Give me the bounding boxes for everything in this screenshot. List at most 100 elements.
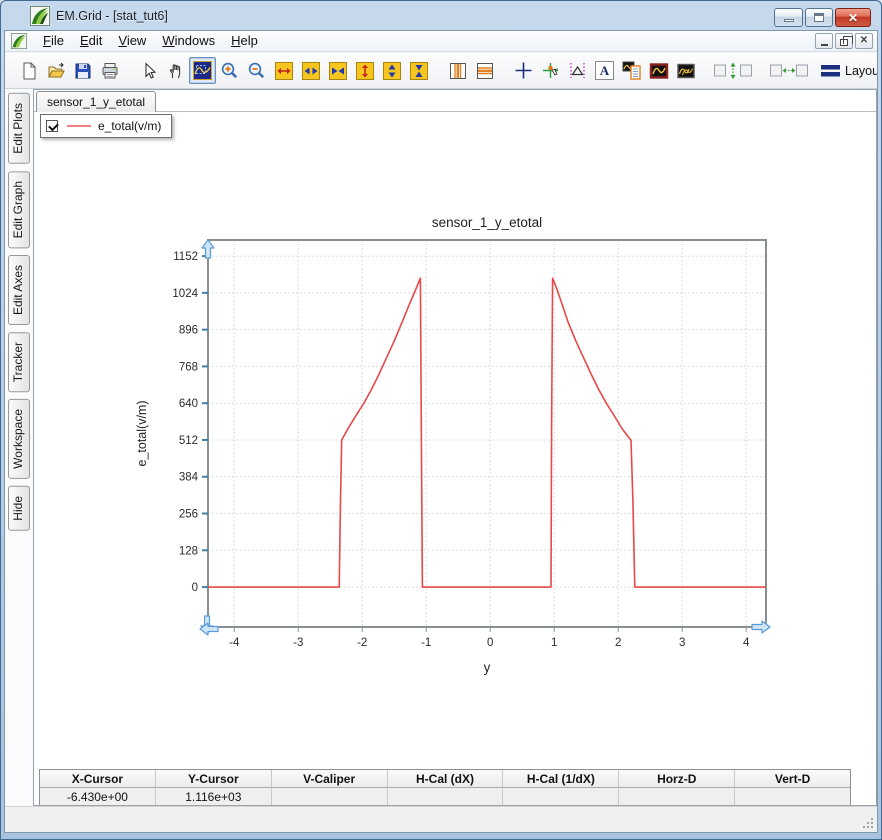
sync-horizontal-icon [770, 64, 808, 76]
full-extent-y-button[interactable] [351, 57, 378, 84]
svg-text:3: 3 [679, 637, 685, 649]
svg-text:0: 0 [192, 582, 198, 594]
full-extent-y-icon [355, 61, 374, 80]
vertical-grid-markers-button[interactable] [444, 57, 471, 84]
svg-text:-4: -4 [229, 637, 240, 649]
svg-text:384: 384 [179, 472, 199, 484]
readout-value-h-cal-1dx [503, 788, 620, 805]
mdi-close-button[interactable]: ✕ [855, 33, 873, 49]
app-logo-icon [30, 5, 50, 26]
zoom-box-button[interactable] [189, 57, 216, 84]
sync-vertical-icon [714, 62, 752, 79]
svg-text:1: 1 [551, 637, 557, 649]
new-document-button[interactable] [15, 57, 42, 84]
menu-file[interactable]: File [35, 31, 72, 51]
layout-icon [821, 64, 840, 76]
select-cursor-icon [145, 61, 156, 79]
layout-label: Layout [845, 63, 877, 78]
all-graphs-icon [676, 63, 695, 78]
horizontal-grid-markers-button[interactable] [471, 57, 498, 84]
svg-text:512: 512 [179, 435, 198, 447]
sidebar-item-tracker[interactable]: Tracker [8, 332, 30, 393]
zoom-in-button[interactable] [216, 57, 243, 84]
shrink-x-icon [328, 61, 347, 80]
full-extent-x-button[interactable] [270, 57, 297, 84]
readout-value-x-cursor: -6.430e+00 [40, 788, 156, 805]
print-icon [102, 62, 117, 78]
readout-value-vert-d [735, 788, 851, 805]
expand-x-button[interactable] [297, 57, 324, 84]
select-cursor-button[interactable] [135, 57, 162, 84]
crosshair-button[interactable] [510, 57, 537, 84]
legend: e_total(v/m) [40, 114, 173, 138]
sync-vertical-button[interactable] [711, 57, 755, 84]
sidebar-item-edit-graph[interactable]: Edit Graph [8, 170, 30, 249]
menu-windows[interactable]: Windows [154, 31, 223, 51]
svg-text:-3: -3 [293, 637, 303, 649]
readout-header-row: X-Cursor Y-Cursor V-Caliper H-Cal (dX) H… [40, 770, 851, 788]
svg-text:sensor_1_y_etotal: sensor_1_y_etotal [432, 215, 542, 230]
minimize-button[interactable] [774, 8, 803, 27]
mdi-controls: ✕ [813, 33, 873, 49]
horizontal-grid-markers-icon [476, 62, 493, 79]
sidebar-item-workspace[interactable]: Workspace [8, 399, 30, 480]
text-annotation-icon: A [595, 61, 614, 80]
menu-help[interactable]: Help [223, 31, 266, 51]
svg-text:-1: -1 [421, 637, 431, 649]
mdi-minimize-button[interactable] [815, 33, 833, 49]
layout-button[interactable]: Layout [821, 64, 877, 78]
readout-value-h-cal-dx [387, 788, 504, 805]
text-annotation-button[interactable]: A [591, 57, 618, 84]
save-icon [75, 63, 90, 78]
active-graph-button[interactable] [645, 57, 672, 84]
cursor-readout-table: X-Cursor Y-Cursor V-Caliper H-Cal (dX) H… [39, 769, 851, 805]
print-button[interactable] [96, 57, 123, 84]
shrink-x-button[interactable] [324, 57, 351, 84]
app-window: EM.Grid - [stat_tut6] ✕ File Edit View W… [0, 0, 882, 840]
sidebar-item-edit-axes[interactable]: Edit Axes [8, 255, 30, 326]
sidebar-item-edit-plots[interactable]: Edit Plots [8, 93, 30, 164]
expand-y-button[interactable] [378, 57, 405, 84]
close-icon: ✕ [847, 10, 859, 25]
maximize-button[interactable] [805, 8, 833, 27]
toolbar: A Layout [5, 53, 877, 89]
svg-text:768: 768 [179, 361, 198, 373]
window-controls: ✕ [772, 8, 871, 27]
main-area: Edit Plots Edit Graph Edit Axes Tracker … [5, 89, 877, 806]
sidebar-item-hide[interactable]: Hide [8, 486, 30, 531]
tracker-button[interactable] [537, 57, 564, 84]
plot-canvas[interactable]: -4 -3 -2 -1 0 1 2 3 4 0 128 256 384 512 640 768 896 1024 1… [34, 90, 877, 710]
svg-text:640: 640 [179, 398, 198, 410]
save-button[interactable] [69, 57, 96, 84]
sync-horizontal-button[interactable] [767, 57, 811, 84]
svg-text:2: 2 [615, 637, 621, 649]
menu-view[interactable]: View [110, 31, 154, 51]
pan-hand-button[interactable] [162, 57, 189, 84]
all-graphs-button[interactable] [672, 57, 699, 84]
full-extent-x-icon [274, 61, 293, 80]
shrink-y-button[interactable] [405, 57, 432, 84]
plot-properties-button[interactable] [618, 57, 645, 84]
svg-text:1024: 1024 [172, 288, 198, 300]
legend-checkbox[interactable] [46, 120, 58, 132]
minimize-icon [783, 19, 794, 22]
svg-text:-2: -2 [357, 637, 367, 649]
open-file-button[interactable] [42, 57, 69, 84]
crosshair-icon [515, 62, 532, 79]
menu-edit[interactable]: Edit [72, 31, 110, 51]
resize-grip[interactable] [862, 817, 874, 829]
zoom-out-button[interactable] [243, 57, 270, 84]
mdi-restore-button[interactable] [835, 33, 853, 49]
sidebar: Edit Plots Edit Graph Edit Axes Tracker … [5, 89, 33, 806]
mdi-minimize-icon [820, 43, 828, 46]
caliper-button[interactable] [564, 57, 591, 84]
readout-value-horz-d [619, 788, 736, 805]
svg-text:e_total(v/m): e_total(v/m) [135, 401, 149, 467]
readout-header: H-Cal (1/dX) [503, 770, 620, 788]
tracker-icon [543, 63, 558, 78]
new-document-icon [23, 62, 35, 79]
close-button[interactable]: ✕ [835, 8, 871, 27]
svg-text:128: 128 [179, 545, 198, 557]
shrink-y-icon [409, 61, 428, 80]
readout-value-v-caliper [271, 788, 388, 805]
